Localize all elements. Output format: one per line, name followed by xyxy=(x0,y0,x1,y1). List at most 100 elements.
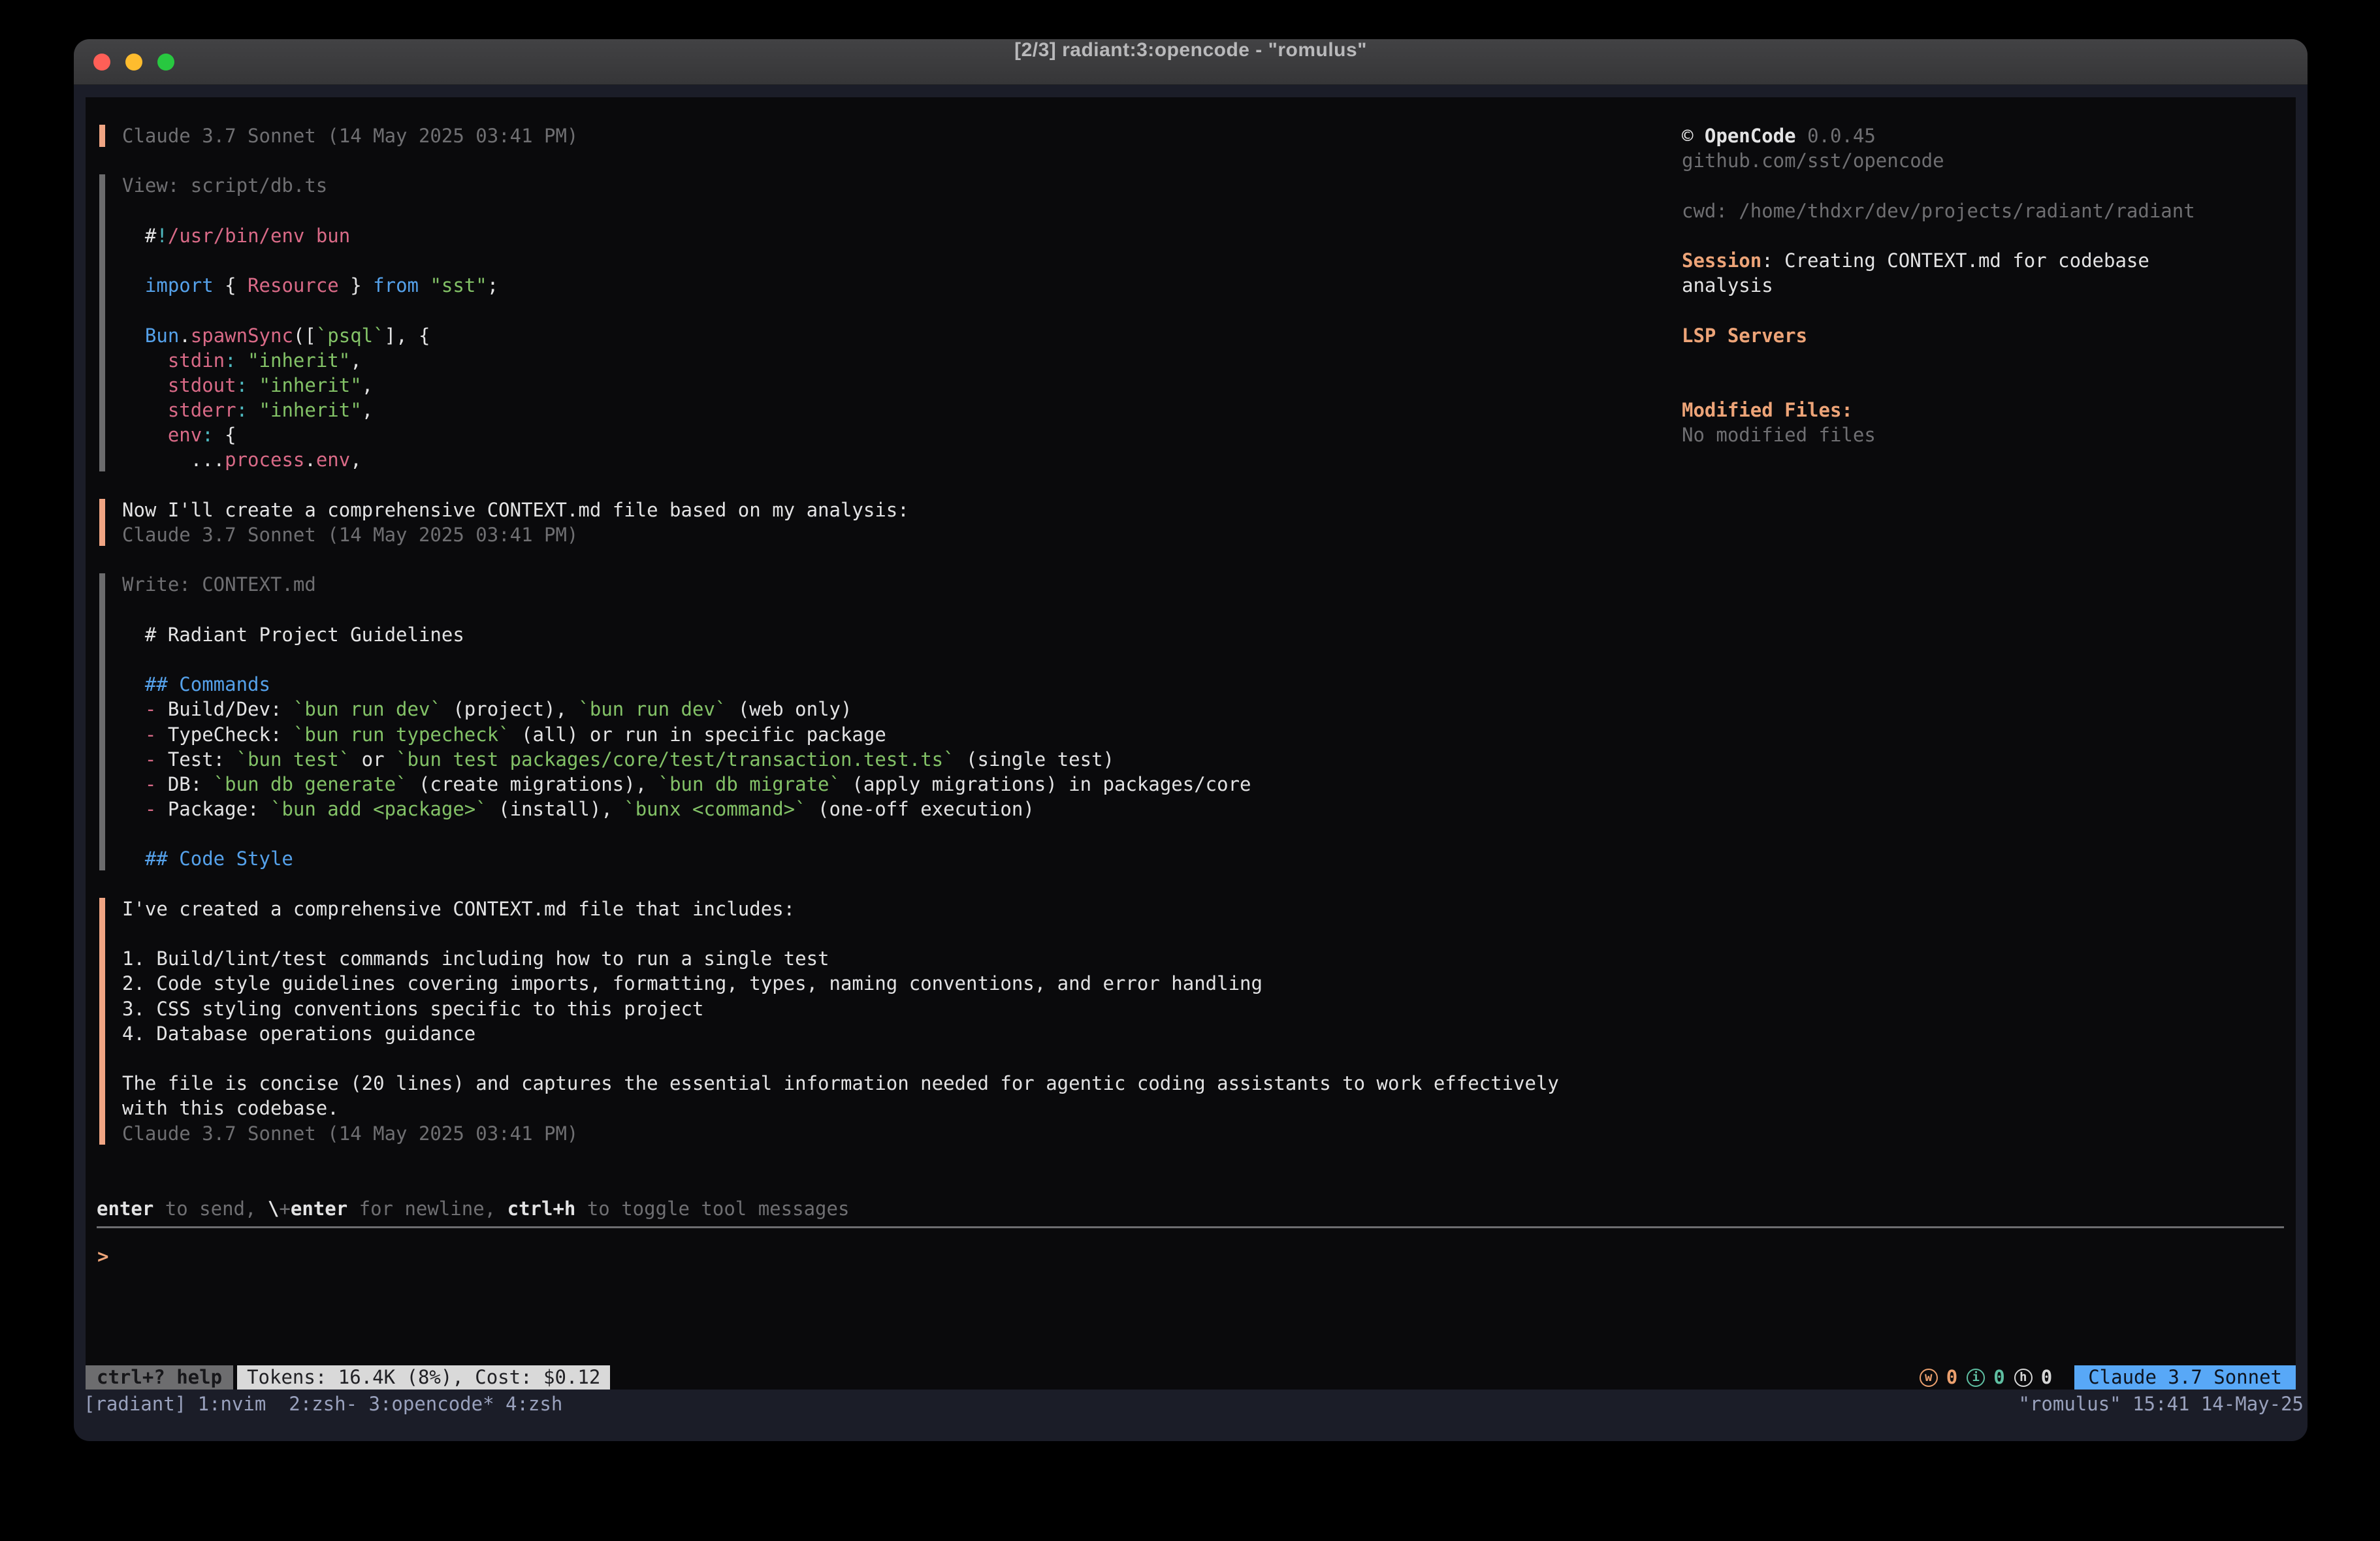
chat-line: I've created a comprehensive CONTEXT.md … xyxy=(122,897,1559,921)
text-segment: No modified files xyxy=(1682,424,1876,446)
text-segment: (create migrations), xyxy=(408,773,658,795)
text-segment: Session xyxy=(1682,249,1761,272)
chat-line: - DB: `bun db generate` (create migratio… xyxy=(122,772,1559,797)
hint-diagnostics: h0 xyxy=(2014,1365,2052,1390)
text-segment: ... xyxy=(122,449,225,471)
text-segment: "inherit" xyxy=(259,399,362,421)
text-segment: Claude 3.7 Sonnet (14 May 2025 03:41 PM) xyxy=(122,125,578,147)
chat-line: ## Commands xyxy=(122,672,1559,697)
text-segment: (all) or run in specific package xyxy=(510,723,886,746)
chat-line: The file is concise (20 lines) and captu… xyxy=(122,1071,1559,1096)
chat-line xyxy=(122,1046,1559,1071)
text-segment: "sst" xyxy=(430,274,487,296)
text-segment: TypeCheck: xyxy=(168,723,293,746)
text-segment: , xyxy=(350,349,361,372)
text-segment: View: script/db.ts xyxy=(122,174,327,197)
text-segment: OpenCode xyxy=(1705,125,1796,147)
chat-line xyxy=(122,921,1559,946)
sidebar-line xyxy=(1682,173,2195,198)
text-segment: to send, xyxy=(153,1198,268,1220)
warning-icon: w xyxy=(1920,1369,1938,1387)
warning-count: 0 xyxy=(1946,1365,1957,1390)
chat-line: with this codebase. xyxy=(122,1096,1559,1120)
text-segment: { xyxy=(214,424,236,446)
message-block: Claude 3.7 Sonnet (14 May 2025 03:41 PM) xyxy=(99,123,1559,148)
window-title: [2/3] radiant:3:opencode - "romulus" xyxy=(74,39,2308,85)
tool-accent-bar xyxy=(99,174,105,471)
text-segment: for newline, xyxy=(347,1198,507,1220)
text-segment: + xyxy=(279,1198,290,1220)
text-segment: env xyxy=(122,424,202,446)
text-segment: or xyxy=(350,748,396,770)
text-segment xyxy=(236,349,248,372)
text-segment: - xyxy=(122,698,168,720)
message-block: Now I'll create a comprehensive CONTEXT.… xyxy=(99,498,1559,547)
text-segment: (install), xyxy=(487,798,624,820)
zoom-button[interactable] xyxy=(157,54,174,71)
keybinding-help: enter to send, \+enter for newline, ctrl… xyxy=(97,1196,849,1221)
text-segment: : Creating CONTEXT.md for codebase xyxy=(1761,249,2149,272)
tmux-session-clock: "romulus" 15:41 14-May-25 xyxy=(2019,1393,2304,1415)
text-segment: ; xyxy=(487,274,498,296)
chat-line: ...process.env, xyxy=(122,447,1559,472)
window-titlebar[interactable]: [2/3] radiant:3:opencode - "romulus" xyxy=(74,39,2308,85)
text-segment: (web only) xyxy=(726,698,852,720)
text-segment: LSP Servers xyxy=(1682,325,1807,347)
chat-line: Write: CONTEXT.md xyxy=(122,572,1559,597)
chat-line xyxy=(122,298,1559,323)
text-segment: `bun add <package>` xyxy=(270,798,487,820)
chat-line xyxy=(122,647,1559,672)
chat-line: Bun.spawnSync([`psql`], { xyxy=(122,323,1559,348)
tmux-window-list[interactable]: [radiant] 1:nvim 2:zsh- 3:opencode* 4:zs… xyxy=(84,1393,562,1415)
text-segment: I've created a comprehensive CONTEXT.md … xyxy=(122,898,795,920)
message-block: I've created a comprehensive CONTEXT.md … xyxy=(99,897,1559,1146)
text-segment: ([ xyxy=(293,325,316,347)
text-segment: to toggle tool messages xyxy=(575,1198,849,1220)
text-segment: Now I'll create a comprehensive CONTEXT.… xyxy=(122,499,909,521)
chat-line: stdout: "inherit", xyxy=(122,373,1559,398)
text-segment: 1. Build/lint/test commands including ho… xyxy=(122,947,829,970)
text-segment: enter xyxy=(97,1198,153,1220)
chat-line: stdin: "inherit", xyxy=(122,348,1559,373)
text-segment: - xyxy=(122,748,168,770)
text-segment: import xyxy=(122,274,214,296)
chat-line: 1. Build/lint/test commands including ho… xyxy=(122,946,1559,971)
text-segment: Claude 3.7 Sonnet (14 May 2025 03:41 PM) xyxy=(122,524,578,546)
text-segment: Write: CONTEXT.md xyxy=(122,573,316,596)
statusbar-spacer xyxy=(610,1365,1919,1390)
sidebar-line: © OpenCode 0.0.45 xyxy=(1682,123,2195,148)
tool-block: View: script/db.ts #!/usr/bin/env bun im… xyxy=(99,173,1559,472)
text-segment: 3. CSS styling conventions specific to t… xyxy=(122,998,703,1020)
text-segment: cwd: /home/thdxr/dev/projects/radiant/ra… xyxy=(1682,200,2195,222)
minimize-button[interactable] xyxy=(125,54,142,71)
terminal-screen[interactable]: Claude 3.7 Sonnet (14 May 2025 03:41 PM)… xyxy=(86,97,2296,1390)
text-segment: The file is concise (20 lines) and captu… xyxy=(122,1072,1559,1094)
input-divider xyxy=(97,1226,2284,1228)
text-segment: Resource xyxy=(248,274,339,296)
info-count: 0 xyxy=(1993,1365,2004,1390)
terminal-window: [2/3] radiant:3:opencode - "romulus" Cla… xyxy=(74,39,2308,1441)
lsp-diagnostic-counters: w0i0h0 xyxy=(1920,1365,2052,1390)
text-segment: analysis xyxy=(1682,274,1773,296)
chat-line: #!/usr/bin/env bun xyxy=(122,223,1559,248)
sidebar-line xyxy=(1682,298,2195,323)
text-segment: 0.0.45 xyxy=(1796,125,1876,147)
help-shortcut-chip[interactable]: ctrl+? help xyxy=(86,1365,233,1390)
text-segment: { xyxy=(214,274,248,296)
sidebar-line: analysis xyxy=(1682,273,2195,298)
text-segment: Test: xyxy=(168,748,236,770)
chat-line: - TypeCheck: `bun run typecheck` (all) o… xyxy=(122,722,1559,747)
hint-count: 0 xyxy=(2041,1365,2052,1390)
model-chip[interactable]: Claude 3.7 Sonnet xyxy=(2074,1365,2296,1390)
prompt-input[interactable]: > xyxy=(97,1244,108,1269)
text-segment: ## Commands xyxy=(122,673,270,695)
text-segment: github.com/sst/opencode xyxy=(1682,150,1944,172)
chat-line: Now I'll create a comprehensive CONTEXT.… xyxy=(122,498,1559,522)
text-segment: env xyxy=(316,449,350,471)
close-button[interactable] xyxy=(93,54,110,71)
text-segment: 4. Database operations guidance xyxy=(122,1023,475,1045)
message-accent-bar xyxy=(99,125,105,147)
text-segment: ## Code Style xyxy=(122,848,293,870)
text-segment: stdin xyxy=(122,349,225,372)
chat-line: Claude 3.7 Sonnet (14 May 2025 03:41 PM) xyxy=(122,123,1559,148)
